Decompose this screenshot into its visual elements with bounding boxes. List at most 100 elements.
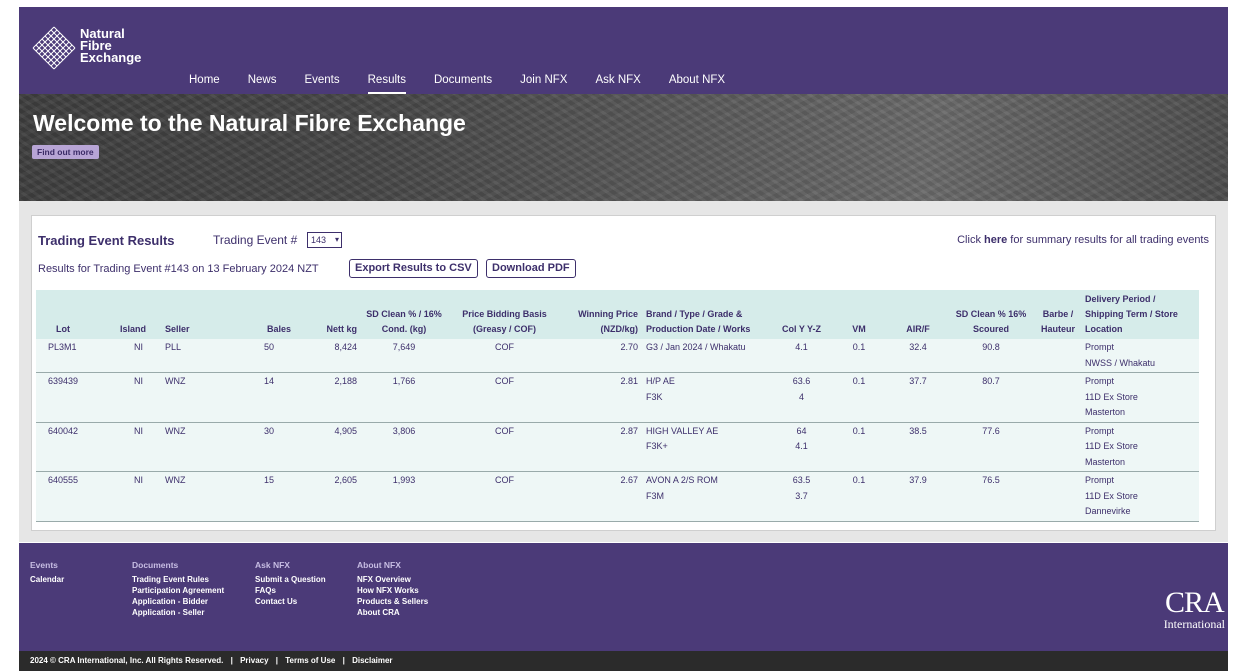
cell-vm: 0.1 — [829, 422, 889, 472]
cell-col-line2: 3.7 — [795, 490, 808, 501]
cell-lot: 640555 — [36, 471, 116, 522]
col-sd-scoured: SD Clean % 16% Scoured — [947, 290, 1035, 339]
summary-here-link[interactable]: here — [984, 234, 1007, 246]
cell-bales: 15 — [243, 471, 295, 522]
cell-scoured: 80.7 — [947, 372, 1035, 423]
footer-link-faqs[interactable]: FAQs — [255, 585, 326, 596]
footer-documents-heading[interactable]: Documents — [132, 560, 224, 571]
terms-link[interactable]: Terms of Use — [285, 656, 335, 665]
cell-delivery-line3: Masterton — [1085, 407, 1126, 417]
cell-nett: 2,605 — [295, 471, 361, 522]
cell-nett: 4,905 — [295, 422, 361, 472]
footer-link-nfx-overview[interactable]: NFX Overview — [357, 574, 428, 585]
cell-bales: 30 — [243, 422, 295, 472]
find-out-more-button[interactable]: Find out more — [32, 145, 99, 159]
cra-logo-big: CRA — [1165, 586, 1225, 619]
col-vm: VM — [829, 290, 889, 339]
cell-delivery-line1: Prompt — [1085, 475, 1115, 485]
trading-event-select[interactable]: 143 ▾ — [307, 232, 342, 248]
footer-link-how-nfx-works[interactable]: How NFX Works — [357, 585, 428, 596]
footer-link-calendar[interactable]: Calendar — [30, 574, 64, 585]
nfx-logo[interactable]: Natural Fibre Exchange — [31, 25, 161, 75]
col-price-basis: Price Bidding Basis (Greasy / COF) — [447, 290, 562, 339]
col-island: Island — [116, 290, 161, 339]
cell-air: 38.5 — [889, 422, 947, 472]
results-title: Trading Event Results — [38, 233, 175, 248]
cell-island: NI — [116, 471, 161, 522]
nav-documents[interactable]: Documents — [434, 74, 492, 94]
col-col-y: Col Y Y-Z — [774, 290, 829, 339]
table-row: 640042 NI WNZ 30 4,905 3,806 COF 2.87 HI… — [36, 422, 1199, 472]
cell-brand-line2: F3M — [646, 490, 664, 501]
table-row: 639439 NI WNZ 14 2,188 1,766 COF 2.81 H/… — [36, 372, 1199, 423]
cell-delivery-line1: Prompt — [1085, 376, 1115, 386]
export-csv-button[interactable]: Export Results to CSV — [349, 259, 478, 278]
cell-scoured: 77.6 — [947, 422, 1035, 472]
footer-link-application-bidder[interactable]: Application - Bidder — [132, 596, 224, 607]
disclaimer-link[interactable]: Disclaimer — [352, 656, 392, 665]
cra-logo-small: International — [1163, 617, 1225, 631]
col-nett-kg: Nett kg — [295, 290, 361, 339]
col-brand: Brand / Type / Grade & Production Date /… — [642, 290, 774, 339]
nav-home[interactable]: Home — [189, 74, 220, 94]
cell-delivery: Prompt 11D Ex Store Dannevirke — [1081, 471, 1199, 522]
cell-brand: G3 / Jan 2024 / Whakatu — [642, 339, 774, 373]
cell-bales: 50 — [243, 339, 295, 373]
hero-title: Welcome to the Natural Fibre Exchange — [33, 110, 466, 136]
footer-link-submit-question[interactable]: Submit a Question — [255, 574, 326, 585]
results-table: Lot Island Seller Bales Nett kg SD Clean… — [36, 290, 1199, 522]
footer-link-application-seller[interactable]: Application - Seller — [132, 607, 224, 618]
footer-about: About NFX NFX Overview How NFX Works Pro… — [357, 560, 428, 618]
cell-island: NI — [116, 422, 161, 472]
cell-col-line1: 64 — [796, 425, 807, 436]
table-row: 640555 NI WNZ 15 2,605 1,993 COF 2.67 AV… — [36, 471, 1199, 522]
copyright-bar: 2024 © CRA International, Inc. All Right… — [19, 651, 1228, 671]
cell-seller: WNZ — [161, 422, 243, 472]
cell-vm: 0.1 — [829, 471, 889, 522]
footer-link-contact-us[interactable]: Contact Us — [255, 596, 326, 607]
cell-sd-clean: 7,649 — [361, 339, 447, 373]
footer-link-products-sellers[interactable]: Products & Sellers — [357, 596, 428, 607]
cell-col-line1: 4.1 — [795, 342, 808, 352]
cell-delivery-line1: Prompt — [1085, 425, 1115, 436]
footer-link-about-cra[interactable]: About CRA — [357, 607, 428, 618]
cell-basis: COF — [447, 372, 562, 423]
cell-brand: HIGH VALLEY AE F3K+ — [642, 422, 774, 472]
cell-seller: WNZ — [161, 471, 243, 522]
cell-island: NI — [116, 372, 161, 423]
cell-brand-line2: F3K+ — [646, 441, 668, 451]
main-nav: Home News Events Results Documents Join … — [189, 74, 753, 94]
footer-link-participation-agreement[interactable]: Participation Agreement — [132, 585, 224, 596]
footer-events: Events Calendar — [30, 560, 64, 585]
privacy-link[interactable]: Privacy — [240, 656, 268, 665]
cell-col: 63.5 3.7 — [774, 471, 829, 522]
cell-barbe — [1035, 339, 1081, 373]
footer-ask-heading[interactable]: Ask NFX — [255, 560, 326, 571]
cell-nett: 2,188 — [295, 372, 361, 423]
cell-price: 2.70 — [562, 339, 642, 373]
cra-logo[interactable]: CRA International — [1163, 586, 1225, 631]
nav-join-nfx[interactable]: Join NFX — [520, 74, 567, 94]
nav-about-nfx[interactable]: About NFX — [669, 74, 725, 94]
summary-prefix: Click — [957, 234, 984, 246]
cell-price: 2.81 — [562, 372, 642, 423]
nav-news[interactable]: News — [248, 74, 277, 94]
cell-barbe — [1035, 471, 1081, 522]
cell-col-line2: 4 — [798, 391, 804, 402]
cell-basis: COF — [447, 471, 562, 522]
footer-documents: Documents Trading Event Rules Participat… — [132, 560, 224, 618]
cell-brand-line1: G3 / Jan 2024 / Whakatu — [646, 342, 746, 352]
footer-link-trading-event-rules[interactable]: Trading Event Rules — [132, 574, 224, 585]
col-delivery: Delivery Period / Shipping Term / Store … — [1081, 290, 1199, 339]
cell-col: 64 4.1 — [774, 422, 829, 472]
nav-ask-nfx[interactable]: Ask NFX — [595, 74, 640, 94]
col-air-f: AIR/F — [889, 290, 947, 339]
download-pdf-button[interactable]: Download PDF — [486, 259, 576, 278]
footer-about-heading[interactable]: About NFX — [357, 560, 428, 571]
cell-basis: COF — [447, 422, 562, 472]
table-header-row: Lot Island Seller Bales Nett kg SD Clean… — [36, 290, 1199, 339]
footer-events-heading[interactable]: Events — [30, 560, 64, 571]
nav-events[interactable]: Events — [304, 74, 339, 94]
cell-brand-line1: AVON A 2/S ROM — [646, 475, 718, 485]
nav-results[interactable]: Results — [367, 74, 406, 94]
